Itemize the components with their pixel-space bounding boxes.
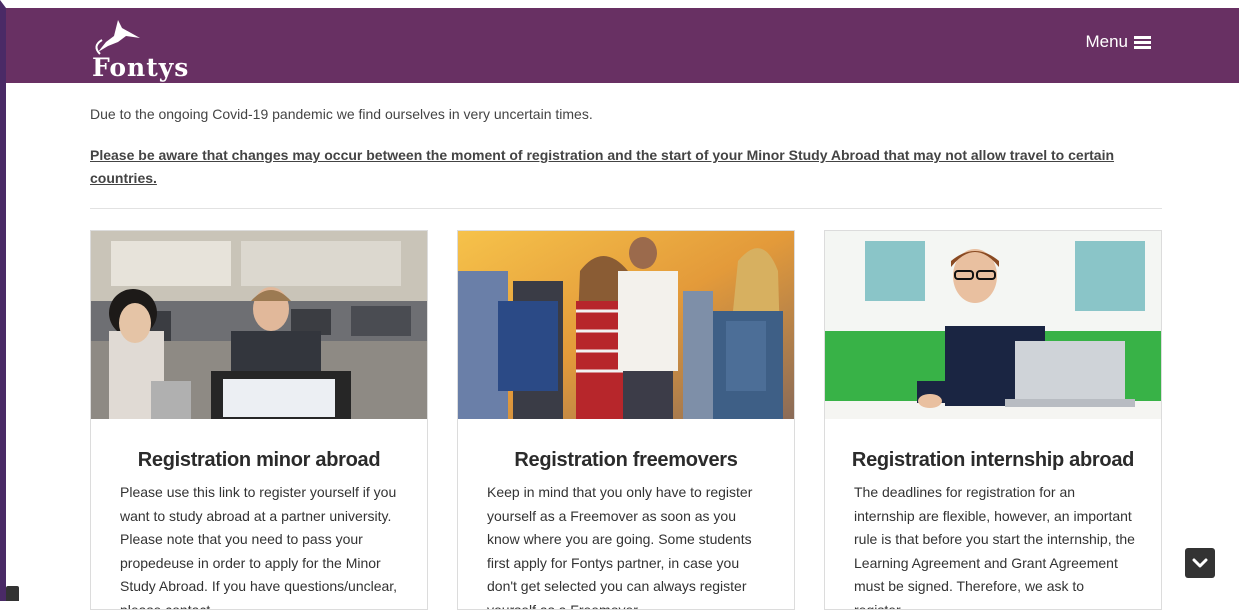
card-text: Keep in mind that you only have to regis… (487, 484, 753, 610)
card-title: Registration minor abroad (137, 449, 381, 471)
card-internship-abroad[interactable]: Registration internship abroad The deadl… (824, 230, 1162, 610)
card-title: Registration freemovers (514, 449, 738, 471)
chevron-down-icon (1192, 558, 1208, 568)
hamburger-icon (1134, 35, 1151, 49)
covid-notice: Due to the ongoing Covid-19 pandemic we … (90, 106, 593, 122)
divider (90, 208, 1162, 209)
travel-warning: Please be aware that changes may occur b… (90, 147, 1115, 186)
scroll-down-button[interactable] (1185, 548, 1215, 578)
menu-label: Menu (1085, 32, 1128, 51)
card-freemovers[interactable]: Registration freemovers Keep in mind tha… (457, 230, 795, 610)
students-with-backpacks-image (458, 231, 794, 419)
fontys-logo[interactable]: Fontys (88, 16, 198, 82)
student-with-laptop-image (825, 231, 1161, 419)
side-feedback-tab[interactable] (6, 586, 19, 601)
card-text: The deadlines for registration for an in… (854, 484, 1135, 610)
card-text: Please use this link to register yoursel… (120, 484, 398, 610)
card-minor-abroad[interactable]: Registration minor abroad Please use thi… (90, 230, 428, 610)
site-header: Fontys Menu (6, 8, 1239, 83)
menu-button[interactable]: Menu (1085, 32, 1151, 52)
students-in-computer-lab-image (91, 231, 427, 419)
card-title: Registration internship abroad (851, 449, 1135, 471)
logo-text: Fontys (92, 53, 190, 82)
swallow-logo-icon (95, 20, 140, 55)
